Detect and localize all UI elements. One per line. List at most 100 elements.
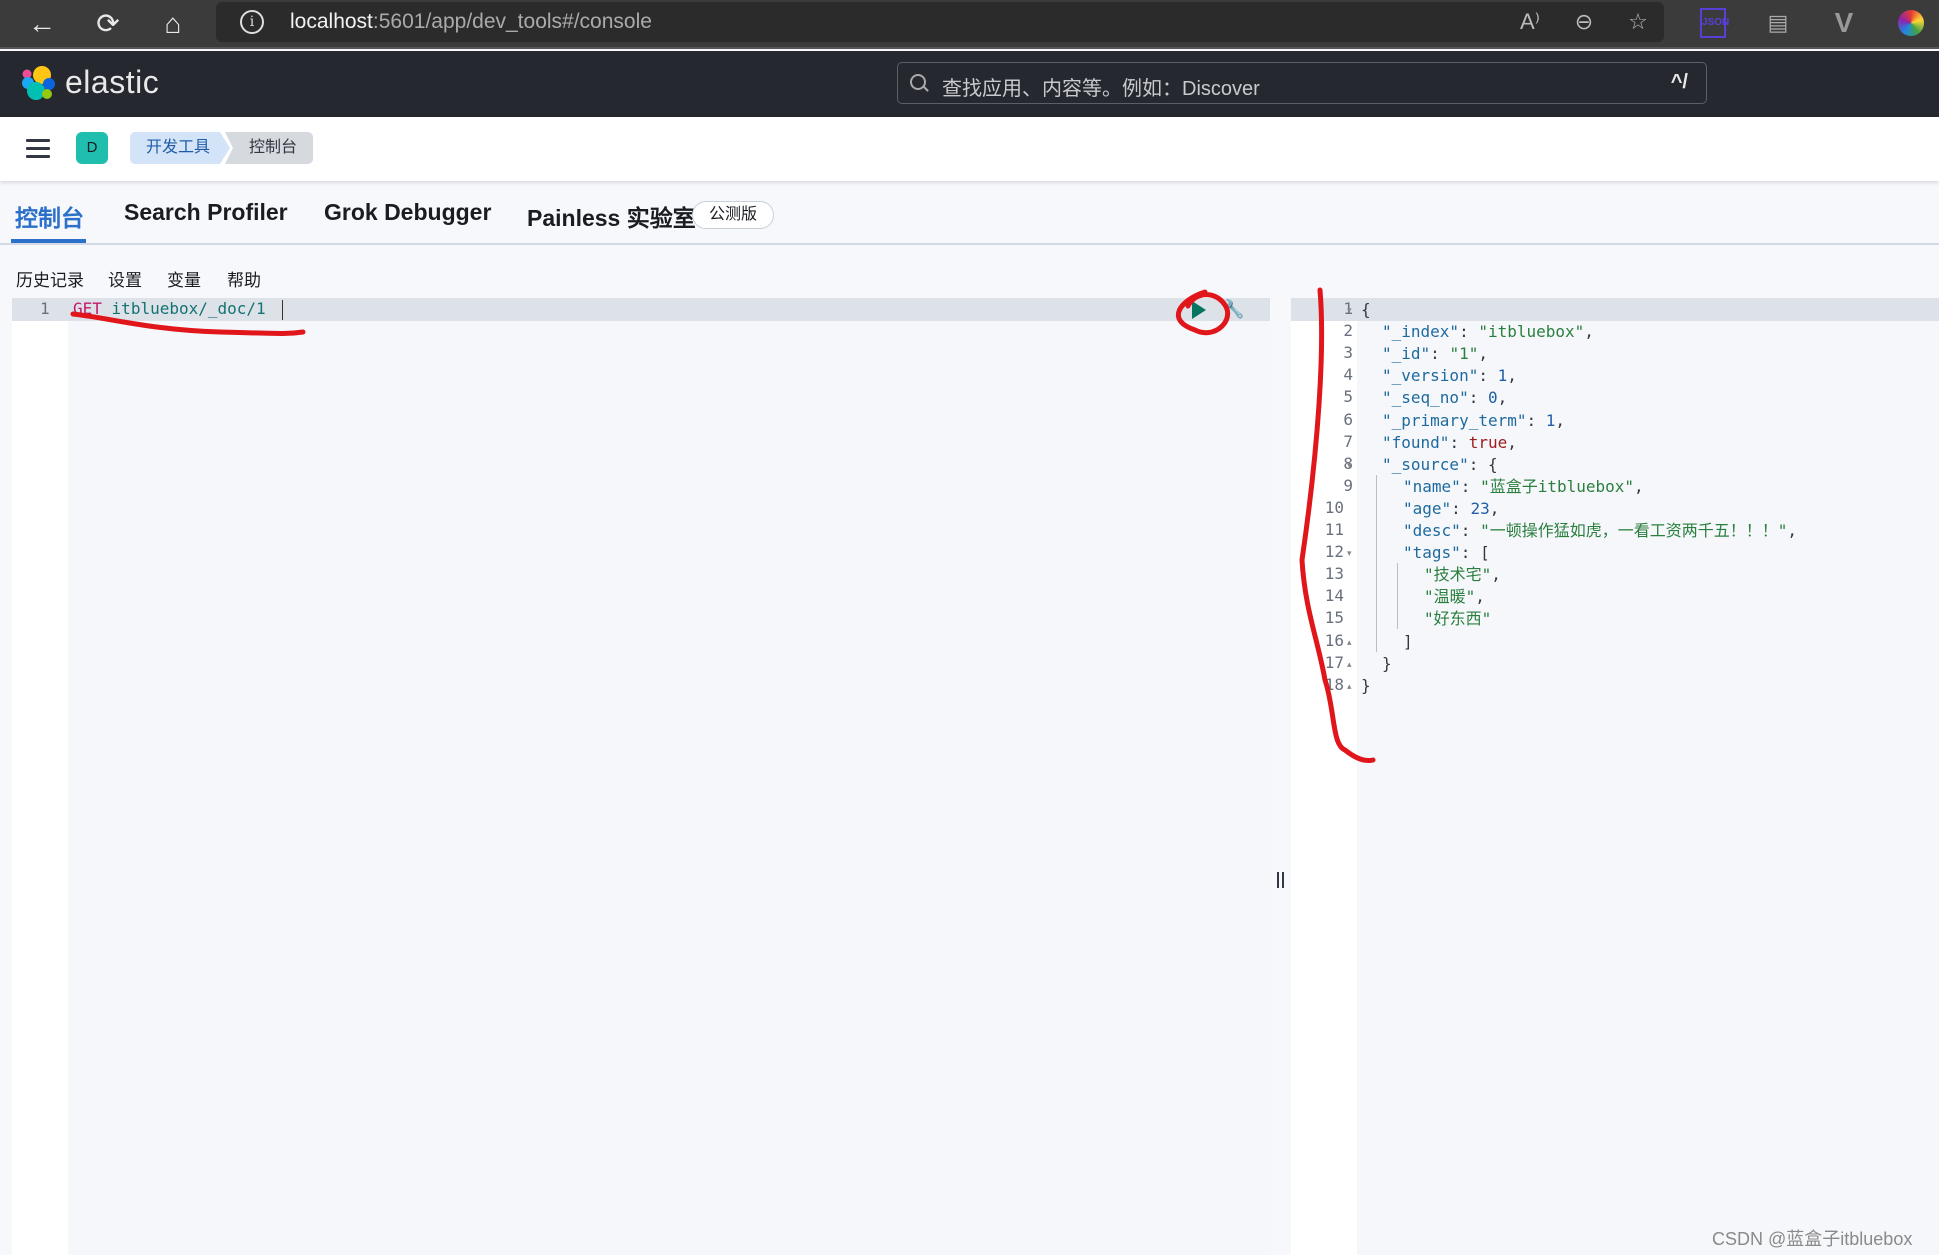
- response-line-text: "tags": [: [1403, 543, 1490, 563]
- line-number: 1: [40, 299, 50, 318]
- url-text[interactable]: localhost:5601/app/dev_tools#/console: [290, 10, 652, 34]
- response-line-number: 3: [1343, 343, 1353, 363]
- response-line-number: 16: [1324, 630, 1344, 650]
- response-line: 2 "_index": "itbluebox",: [1291, 321, 1939, 343]
- response-line-number: 2: [1343, 321, 1353, 341]
- json-extension-icon[interactable]: JSON: [1700, 8, 1729, 38]
- menu-settings[interactable]: 设置: [108, 266, 142, 291]
- watermark: CSDN @蓝盒子itbluebox: [1712, 1229, 1913, 1249]
- address-bar[interactable]: i localhost:5601/app/dev_tools#/console …: [216, 2, 1664, 42]
- response-line: 6 "_primary_term": 1,: [1291, 410, 1939, 432]
- response-line-text: "_index": "itbluebox",: [1382, 322, 1594, 342]
- add-favorite-icon[interactable]: ☆: [1622, 8, 1654, 36]
- response-line: 3 "_id": "1",: [1291, 343, 1939, 365]
- wrench-settings-icon[interactable]: 🔧: [1222, 299, 1244, 320]
- response-line: 18 ▴}: [1291, 675, 1939, 697]
- vue-devtools-icon[interactable]: V: [1828, 7, 1860, 39]
- response-line-number: 5: [1343, 387, 1353, 407]
- tab-painless-lab[interactable]: Painless 实验室: [527, 199, 696, 233]
- request-line[interactable]: GET itbluebox/_doc/1: [73, 299, 266, 318]
- resize-grip-icon[interactable]: [1277, 872, 1284, 888]
- response-line: 8 ▾ "_source": {: [1291, 454, 1939, 476]
- response-line-number: 13: [1324, 564, 1344, 584]
- response-line: 9 "name": "蓝盒子itbluebox",: [1291, 476, 1939, 498]
- back-icon[interactable]: ←: [24, 6, 60, 42]
- response-line-text: "好东西": [1424, 609, 1492, 629]
- tab-console[interactable]: 控制台: [15, 199, 84, 233]
- tab-search-profiler[interactable]: Search Profiler: [124, 199, 288, 226]
- request-editor[interactable]: 1 GET itbluebox/_doc/1: [12, 298, 1270, 1255]
- menu-help[interactable]: 帮助: [227, 266, 261, 291]
- response-panel[interactable]: 1 ▾{2 "_index": "itbluebox", 3 "_id": "1", 4 "…: [1291, 298, 1939, 1255]
- text-cursor: [282, 300, 283, 320]
- response-line-number: 7: [1343, 431, 1353, 451]
- response-line: 12 ▾ "tags": [: [1291, 542, 1939, 564]
- url-host: localhost: [290, 10, 373, 33]
- indent-guide: [1397, 563, 1398, 630]
- search-icon: [910, 74, 926, 90]
- response-line-text: {: [1361, 300, 1371, 319]
- space-avatar[interactable]: D: [76, 132, 108, 164]
- breadcrumb-bar: D 开发工具 控制台: [0, 117, 1939, 181]
- response-line-text: "_primary_term": 1,: [1382, 410, 1566, 430]
- response-line: 16 ▴]: [1291, 631, 1939, 653]
- response-line: 13 "技术宅",: [1291, 564, 1939, 586]
- send-request-play-icon[interactable]: [1192, 301, 1206, 319]
- menu-variables[interactable]: 变量: [167, 266, 201, 291]
- response-line: 17 ▴}: [1291, 653, 1939, 675]
- response-line: 15 "好东西": [1291, 608, 1939, 630]
- indent-guide: [1376, 474, 1377, 652]
- response-line: 5 "_seq_no": 0,: [1291, 387, 1939, 409]
- home-icon[interactable]: ⌂: [155, 6, 191, 42]
- response-line-text: "技术宅",: [1424, 565, 1501, 585]
- response-line: 1 ▾{: [1291, 299, 1939, 321]
- response-line-text: "age": 23,: [1403, 498, 1500, 518]
- response-line-number: 14: [1324, 586, 1344, 606]
- read-aloud-icon[interactable]: A⁾: [1514, 8, 1546, 36]
- response-line-text: "温暖",: [1424, 587, 1485, 607]
- tab-grok-debugger[interactable]: Grok Debugger: [324, 199, 491, 226]
- response-line-text: "_version": 1,: [1382, 366, 1517, 386]
- response-line-number: 10: [1324, 497, 1344, 517]
- color-picker-extension-icon[interactable]: ●: [1898, 10, 1924, 36]
- response-line: 10 "age": 23,: [1291, 498, 1939, 520]
- menu-history[interactable]: 历史记录: [16, 266, 84, 291]
- fold-collapse-icon[interactable]: ▾: [1347, 542, 1352, 564]
- panel-resizer[interactable]: [1270, 298, 1291, 1255]
- global-search-input[interactable]: 查找应用、内容等。例如：Discover ^/: [897, 62, 1707, 104]
- response-line-text: ]: [1403, 631, 1413, 651]
- search-placeholder: 查找应用、内容等。例如：Discover: [942, 78, 1260, 100]
- response-line: 4 "_version": 1,: [1291, 365, 1939, 387]
- browser-toolbar: ← ⟳ ⌂ i localhost:5601/app/dev_tools#/co…: [0, 0, 1939, 49]
- breadcrumb-console: 控制台: [225, 132, 313, 164]
- response-line-text: "desc": "一顿操作猛如虎，一看工资两千五！！！",: [1403, 521, 1797, 540]
- request-method: GET: [73, 299, 102, 318]
- site-info-icon[interactable]: i: [240, 10, 264, 34]
- fold-expand-icon[interactable]: ▴: [1347, 675, 1352, 697]
- menu-toggle-icon[interactable]: [26, 139, 50, 159]
- zoom-out-icon[interactable]: ⊖: [1568, 8, 1600, 36]
- fold-expand-icon[interactable]: ▴: [1347, 631, 1352, 653]
- fold-expand-icon[interactable]: ▴: [1347, 653, 1352, 675]
- response-line-text: "_seq_no": 0,: [1382, 388, 1508, 408]
- beta-badge: 公测版: [692, 201, 774, 229]
- fold-collapse-icon[interactable]: ▾: [1347, 454, 1352, 476]
- response-line-number: 12: [1324, 542, 1344, 562]
- breadcrumb-dev-tools[interactable]: 开发工具: [130, 132, 230, 164]
- fold-collapse-icon[interactable]: ▾: [1347, 299, 1352, 321]
- editor-gutter: [12, 298, 68, 1255]
- response-line-text: }: [1382, 653, 1392, 673]
- search-shortcut-hint: ^/: [1670, 71, 1688, 93]
- elastic-logo-text[interactable]: elastic: [65, 64, 159, 101]
- response-line-number: 17: [1324, 652, 1344, 672]
- response-line: 7 "found": true,: [1291, 432, 1939, 454]
- response-line: 14 "温暖",: [1291, 586, 1939, 608]
- response-line-number: 11: [1324, 520, 1344, 539]
- reload-icon[interactable]: ⟳: [90, 6, 126, 42]
- elastic-logo-icon[interactable]: [20, 65, 56, 101]
- dev-tools-tabs: 控制台 Search Profiler Grok Debugger Painle…: [0, 181, 1939, 245]
- active-tab-indicator: [11, 239, 86, 243]
- debug-extension-icon[interactable]: ▤: [1762, 7, 1794, 39]
- response-line-text: "name": "蓝盒子itbluebox",: [1403, 476, 1644, 496]
- response-line-number: 6: [1343, 409, 1353, 429]
